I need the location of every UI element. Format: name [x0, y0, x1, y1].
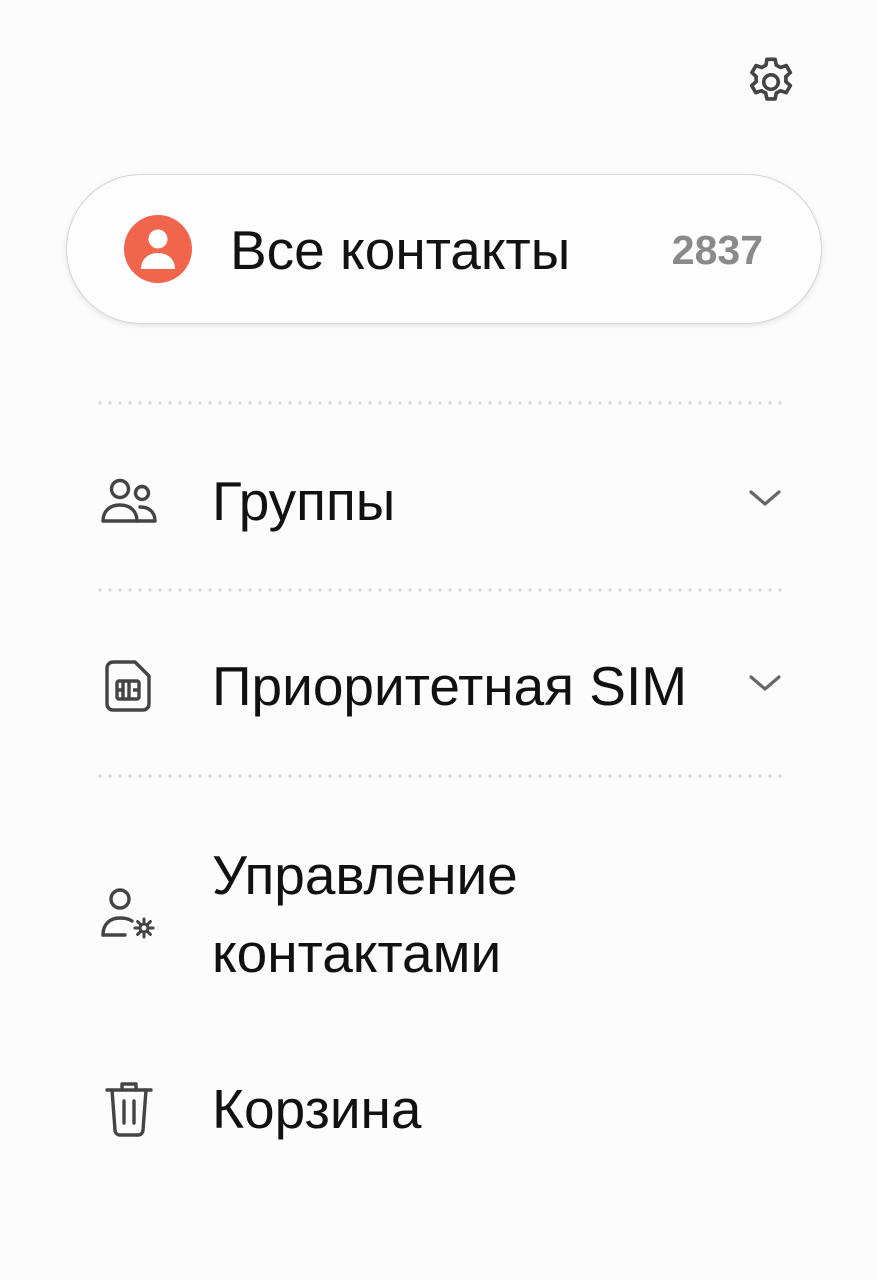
divider: [95, 774, 785, 778]
menu-icon-wrap: [96, 468, 162, 534]
menu-item-manage-contacts[interactable]: Управление контактами: [0, 836, 878, 992]
person-icon: [141, 229, 175, 269]
manage-contacts-icon: [101, 888, 155, 939]
contacts-count: 2837: [671, 227, 763, 273]
menu-item-label: Приоритетная SIM: [212, 655, 688, 717]
menu-icon-wrap: [96, 653, 162, 719]
menu-item-label: Управление контактами: [212, 844, 518, 984]
settings-button[interactable]: [738, 52, 804, 112]
menu-item-groups[interactable]: Группы: [0, 462, 878, 542]
divider: [95, 588, 785, 592]
menu-item-label: Группы: [212, 470, 396, 532]
sim-card-icon: [105, 660, 151, 712]
chevron-down-icon: [740, 663, 790, 703]
all-contacts-button[interactable]: Все контакты 2837: [66, 174, 822, 324]
menu-item-priority-sim[interactable]: Приоритетная SIM: [0, 647, 878, 727]
navigation-drawer: Все контакты 2837 Группы Приоритетная SI…: [0, 0, 878, 1280]
menu-icon-wrap: [96, 1076, 162, 1142]
all-contacts-label: Все контакты: [230, 219, 571, 281]
menu-item-trash[interactable]: Корзина: [0, 1070, 878, 1150]
group-icon: [101, 478, 157, 523]
all-contacts-avatar: [124, 215, 192, 283]
gear-icon: [749, 57, 793, 101]
divider: [95, 401, 785, 405]
menu-item-label: Корзина: [212, 1078, 422, 1140]
trash-icon: [105, 1082, 153, 1137]
menu-icon-wrap: [96, 880, 162, 946]
chevron-down-icon: [740, 478, 790, 518]
